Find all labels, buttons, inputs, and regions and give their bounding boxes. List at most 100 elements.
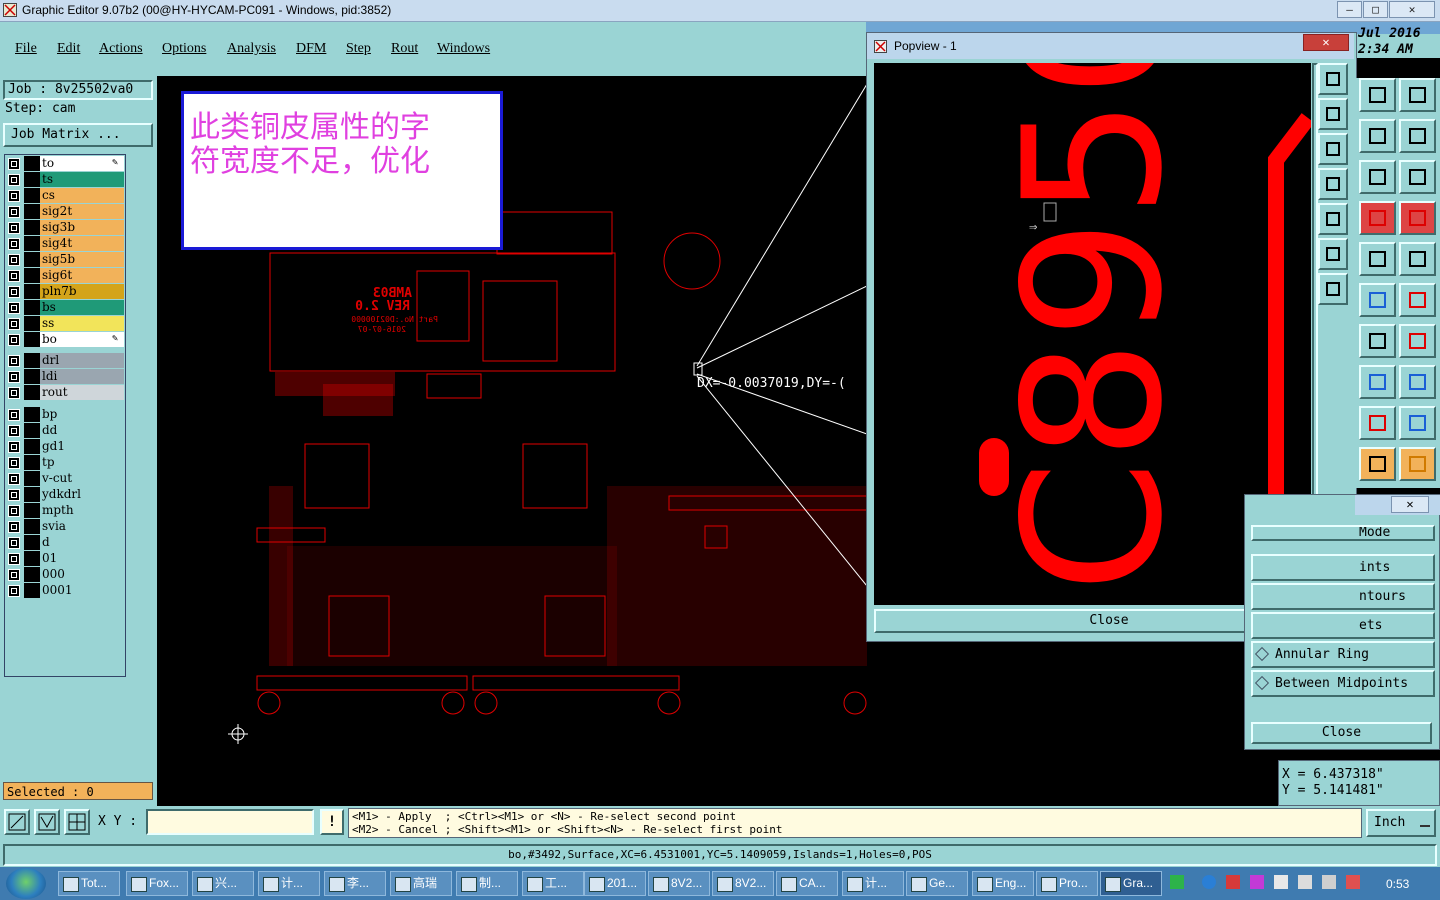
layer-row-pln7b[interactable]: pln7b <box>8 284 124 300</box>
taskbar-item-2[interactable]: 兴... <box>192 871 254 896</box>
popview-tool-icon-5[interactable] <box>1318 203 1348 235</box>
tool-icon-10[interactable] <box>1399 242 1436 276</box>
layer-row-d[interactable]: d <box>8 535 124 551</box>
tool-icon-16[interactable] <box>1399 365 1436 399</box>
layer-checkbox[interactable] <box>8 158 20 170</box>
taskbar-item-15[interactable]: Pro... <box>1036 871 1098 896</box>
layer-checkbox[interactable] <box>8 457 20 469</box>
popview-close-icon[interactable]: ✕ <box>1303 34 1349 51</box>
layer-row-0001[interactable]: 0001 <box>8 583 124 599</box>
tool-icon-9[interactable] <box>1359 242 1396 276</box>
window-title-bar[interactable]: Graphic Editor 9.07b2 (00@HY-HYCAM-PC091… <box>0 0 1440 22</box>
layer-checkbox[interactable] <box>8 441 20 453</box>
menu-dfm[interactable]: DFM <box>296 41 326 57</box>
popview-tool-icon-2[interactable] <box>1318 98 1348 130</box>
layer-row-bo[interactable]: bo ✎ <box>8 332 124 348</box>
layer-checkbox[interactable] <box>8 222 20 234</box>
snap-item-5[interactable]: Between Midpoints <box>1251 670 1435 697</box>
tool-icon-11[interactable] <box>1359 283 1396 317</box>
layer-row-sig6t[interactable]: sig6t <box>8 268 124 284</box>
layer-checkbox[interactable] <box>8 537 20 549</box>
tray-icon-8[interactable] <box>1346 875 1360 889</box>
tool-icon-8[interactable] <box>1399 201 1436 235</box>
layer-row-sig5b[interactable]: sig5b <box>8 252 124 268</box>
layer-checkbox[interactable] <box>8 489 20 501</box>
tool-icon-12[interactable] <box>1399 283 1436 317</box>
tray-icon-5[interactable] <box>1274 875 1288 889</box>
tool-icon-14[interactable] <box>1399 324 1436 358</box>
tool-icon-15[interactable] <box>1359 365 1396 399</box>
layer-row-v-cut[interactable]: v-cut <box>8 471 124 487</box>
menu-edit[interactable]: Edit <box>57 41 80 57</box>
xy-input[interactable] <box>146 809 314 835</box>
layer-row-tp[interactable]: tp <box>8 455 124 471</box>
layer-checkbox[interactable] <box>8 371 20 383</box>
layer-checkbox[interactable] <box>8 425 20 437</box>
tool-icon-1[interactable] <box>1359 78 1396 112</box>
layer-row-sig2t[interactable]: sig2t <box>8 204 124 220</box>
layer-checkbox[interactable] <box>8 505 20 517</box>
taskbar-item-3[interactable]: 计... <box>258 871 320 896</box>
layer-row-svia[interactable]: svia <box>8 519 124 535</box>
tool-icon-18[interactable] <box>1399 406 1436 440</box>
tool-icon-4[interactable] <box>1399 119 1436 153</box>
taskbar-item-16[interactable]: Gra... <box>1100 871 1162 896</box>
snap-item-3[interactable]: ets <box>1251 612 1435 639</box>
menu-actions[interactable]: Actions <box>99 41 143 57</box>
grid-icon[interactable] <box>64 809 90 835</box>
tool-icon-6[interactable] <box>1399 160 1436 194</box>
info-icon[interactable]: ! <box>320 809 344 835</box>
layer-row-rout[interactable]: rout <box>8 385 124 401</box>
layer-checkbox[interactable] <box>8 553 20 565</box>
tool-icon-2[interactable] <box>1399 78 1436 112</box>
taskbar-item-0[interactable]: Tot... <box>58 871 120 896</box>
popview-title-bar[interactable]: Popview - 1 ✕ <box>867 33 1354 59</box>
snap-close-button[interactable]: Close <box>1251 722 1432 744</box>
taskbar-item-6[interactable]: 制... <box>456 871 518 896</box>
taskbar-item-1[interactable]: Fox... <box>126 871 188 896</box>
layer-checkbox[interactable] <box>8 473 20 485</box>
snap-item-4[interactable]: Annular Ring <box>1251 641 1435 668</box>
tray-icon-1[interactable] <box>1170 875 1184 889</box>
maximize-button[interactable]: □ <box>1363 1 1388 18</box>
layer-row-gd1[interactable]: gd1 <box>8 439 124 455</box>
taskbar-item-8[interactable]: 201... <box>584 871 646 896</box>
layer-checkbox[interactable] <box>8 286 20 298</box>
taskbar-item-12[interactable]: 计... <box>842 871 904 896</box>
start-button-icon[interactable] <box>6 868 46 899</box>
layer-row-sig3b[interactable]: sig3b <box>8 220 124 236</box>
layer-row-01[interactable]: 01 <box>8 551 124 567</box>
layer-checkbox[interactable] <box>8 521 20 533</box>
layer-checkbox[interactable] <box>8 585 20 597</box>
tool-icon-5[interactable] <box>1359 160 1396 194</box>
taskbar-item-14[interactable]: Eng... <box>972 871 1034 896</box>
layer-row-cs[interactable]: cs <box>8 188 124 204</box>
tray-icon-2[interactable] <box>1202 875 1216 889</box>
layer-row-bp[interactable]: bp <box>8 407 124 423</box>
snap-item-2[interactable]: ntours <box>1251 583 1435 610</box>
layer-row-to[interactable]: to ✎ <box>8 156 124 172</box>
snap-item-1[interactable]: ints <box>1251 554 1435 581</box>
layer-checkbox[interactable] <box>8 206 20 218</box>
zoom-area-icon[interactable] <box>34 809 60 835</box>
tray-icon-3[interactable] <box>1226 875 1240 889</box>
tray-icon-4[interactable] <box>1250 875 1264 889</box>
layer-checkbox[interactable] <box>8 409 20 421</box>
tool-icon-3[interactable] <box>1359 119 1396 153</box>
taskbar-item-4[interactable]: 李... <box>324 871 386 896</box>
job-matrix-button[interactable]: Job Matrix ... <box>3 123 153 147</box>
layer-row-ldi[interactable]: ldi <box>8 369 124 385</box>
snap-panel-close-icon[interactable]: ✕ <box>1391 496 1429 513</box>
layer-row-mpth[interactable]: mpth <box>8 503 124 519</box>
layer-checkbox[interactable] <box>8 387 20 399</box>
layer-checkbox[interactable] <box>8 334 20 346</box>
tray-icon-7[interactable] <box>1322 875 1336 889</box>
popview-tool-icon-6[interactable] <box>1318 238 1348 270</box>
taskbar-item-13[interactable]: Ge... <box>906 871 968 896</box>
taskbar-item-10[interactable]: 8V2... <box>712 871 774 896</box>
menu-step[interactable]: Step <box>346 41 371 57</box>
layer-checkbox[interactable] <box>8 174 20 186</box>
layer-row-drl[interactable]: drl <box>8 353 124 369</box>
layer-checkbox[interactable] <box>8 355 20 367</box>
minimize-button[interactable]: – <box>1337 1 1362 18</box>
